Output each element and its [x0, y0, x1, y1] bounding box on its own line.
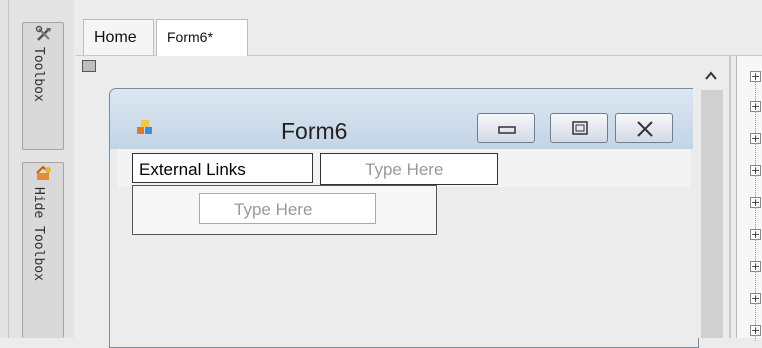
- vertical-scrollbar[interactable]: [693, 56, 729, 338]
- designer-surface[interactable]: Form6 External Links Type Here Type Here: [76, 56, 699, 348]
- panel-divider: [729, 56, 731, 338]
- tree-expand-icon[interactable]: +: [750, 101, 761, 112]
- tree-expand-icon[interactable]: +: [750, 229, 761, 240]
- menu-strip[interactable]: External Links Type Here: [118, 149, 690, 187]
- tree-expand-icon[interactable]: +: [750, 261, 761, 272]
- scrollbar-track[interactable]: [701, 90, 723, 338]
- hide-toolbox-icon: [36, 165, 51, 180]
- component-tray-icon[interactable]: [82, 60, 96, 72]
- minimize-button[interactable]: [477, 113, 535, 143]
- form-window[interactable]: Form6 External Links Type Here Type Here: [109, 88, 699, 348]
- restore-button[interactable]: [550, 113, 608, 143]
- tree-panel: + + + + + + + + +: [736, 56, 762, 341]
- hide-toolbox-tab-label: Hide Toolbox: [31, 187, 46, 281]
- form-client-area[interactable]: External Links Type Here Type Here: [118, 149, 690, 347]
- tree-expand-icon[interactable]: +: [750, 197, 761, 208]
- chevron-up-icon: [705, 71, 717, 80]
- form-title-bar[interactable]: Form6: [110, 89, 698, 149]
- tab-home[interactable]: Home: [83, 19, 154, 55]
- close-button[interactable]: [615, 113, 673, 143]
- tree-expand-icon[interactable]: +: [750, 133, 761, 144]
- hide-toolbox-tab[interactable]: Hide Toolbox: [22, 162, 64, 338]
- toolbox-tab[interactable]: Toolbox: [22, 22, 64, 150]
- form-title: Form6: [281, 118, 348, 144]
- tab-form6[interactable]: Form6*: [156, 19, 248, 56]
- document-tab-bar: Home Form6*: [76, 0, 762, 56]
- restore-icon: [572, 121, 588, 135]
- tree-expand-icon[interactable]: +: [750, 325, 761, 336]
- scroll-up-button[interactable]: [693, 64, 729, 86]
- type-here-menu-input[interactable]: Type Here: [320, 153, 498, 185]
- toolbox-tab-label: Toolbox: [31, 47, 46, 102]
- left-tool-strip: Toolbox Hide Toolbox: [0, 0, 74, 338]
- left-edge-line: [8, 0, 9, 338]
- form-app-icon: [137, 120, 152, 134]
- tree-expand-icon[interactable]: +: [750, 165, 761, 176]
- tree-expand-icon[interactable]: +: [750, 293, 761, 304]
- tree-expand-icon[interactable]: +: [750, 71, 761, 82]
- menu-item-external-links[interactable]: External Links: [132, 153, 313, 183]
- type-here-submenu-input[interactable]: Type Here: [199, 193, 376, 224]
- minimize-icon: [498, 126, 516, 134]
- toolbox-icon: [35, 25, 51, 41]
- menu-dropdown: Type Here: [132, 185, 437, 235]
- close-icon: [637, 121, 653, 137]
